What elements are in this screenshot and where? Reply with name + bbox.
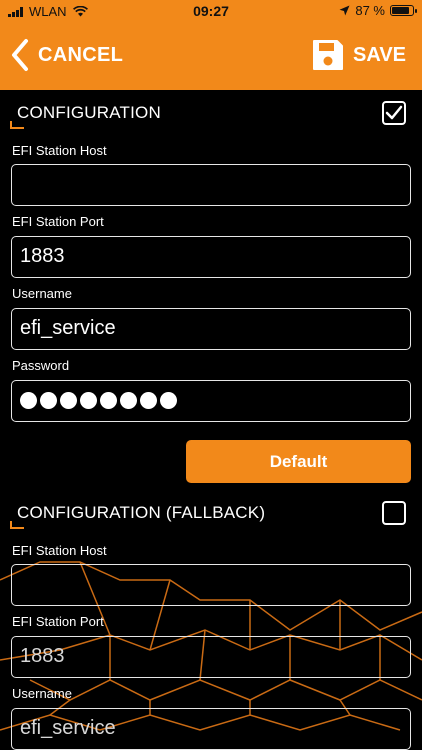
fallback-port-field[interactable]: 1883 (11, 636, 411, 678)
title-bracket-accent (10, 521, 24, 529)
password-dot (120, 392, 137, 409)
password-dot (100, 392, 117, 409)
configuration-title: CONFIGURATION (17, 103, 161, 122)
fallback-host-field[interactable] (11, 564, 411, 606)
host-field[interactable] (11, 164, 411, 206)
password-dot (160, 392, 177, 409)
password-field[interactable] (11, 380, 411, 422)
fallback-host-label: EFI Station Host (12, 543, 107, 558)
username-label: Username (12, 286, 72, 301)
save-button[interactable]: SAVE (311, 38, 406, 72)
location-arrow-icon (339, 5, 350, 16)
configuration-section-header: CONFIGURATION (0, 101, 422, 133)
battery-percent: 87 % (355, 3, 385, 18)
username-field[interactable]: efi_service (11, 308, 411, 350)
save-label: SAVE (353, 43, 406, 66)
fallback-enable-checkbox[interactable] (382, 501, 406, 525)
title-bracket-accent (10, 121, 24, 129)
configuration-enable-checkbox[interactable] (382, 101, 406, 125)
fallback-username-field[interactable]: efi_service (11, 708, 411, 750)
cancel-button[interactable]: CANCEL (10, 38, 123, 72)
cancel-label: CANCEL (38, 43, 124, 66)
port-field[interactable]: 1883 (11, 236, 411, 278)
password-dot (80, 392, 97, 409)
password-mask (20, 381, 402, 420)
checkmark-icon (385, 105, 403, 120)
status-right: 87 % (339, 3, 417, 18)
fallback-section-header: CONFIGURATION (FALLBACK) (0, 501, 422, 533)
status-bar: WLAN 09:27 87 % (0, 0, 422, 22)
default-button[interactable]: Default (186, 440, 411, 483)
fallback-username-label: Username (12, 686, 72, 701)
fallback-port-label: EFI Station Port (12, 614, 104, 629)
password-dot (40, 392, 57, 409)
port-label: EFI Station Port (12, 214, 104, 229)
host-label: EFI Station Host (12, 143, 107, 158)
password-dot (60, 392, 77, 409)
password-dot (20, 392, 37, 409)
battery-icon (390, 5, 417, 16)
password-label: Password (12, 358, 70, 373)
navigation-bar: CANCEL SAVE (0, 22, 422, 90)
chevron-left-icon (12, 39, 28, 71)
password-dot (140, 392, 157, 409)
floppy-disk-icon (313, 40, 344, 70)
battery-fill (392, 7, 409, 14)
fallback-title: CONFIGURATION (FALLBACK) (17, 503, 266, 522)
